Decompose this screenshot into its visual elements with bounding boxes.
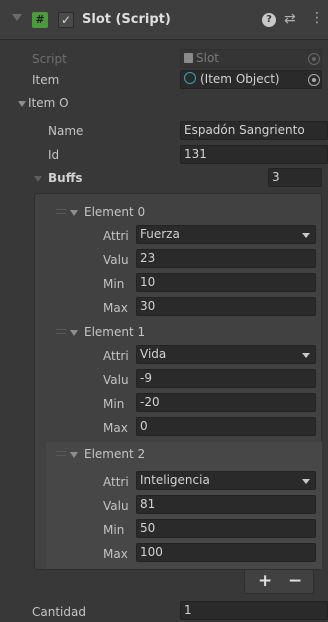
item-o-label[interactable]: Item O xyxy=(28,95,69,111)
valu-label: Valu xyxy=(103,499,129,513)
scriptable-object-icon xyxy=(184,72,196,84)
valu-label: Valu xyxy=(103,253,129,267)
foldout-arrow-icon[interactable] xyxy=(12,14,22,21)
attri-value: Fuerza xyxy=(140,227,180,241)
item-o-fold-icon[interactable] xyxy=(18,101,26,107)
element-fold-icon[interactable] xyxy=(70,452,78,458)
element-2-label[interactable]: Element 2 xyxy=(84,446,145,462)
enabled-checkbox[interactable]: ✓ xyxy=(58,12,74,28)
item-field-value: (Item Object) xyxy=(200,72,280,86)
min-input[interactable]: 10 xyxy=(136,273,316,292)
max-label: Max xyxy=(103,547,128,561)
name-label: Name xyxy=(48,124,84,138)
object-picker-icon xyxy=(308,53,320,65)
object-picker-icon[interactable] xyxy=(308,74,320,86)
remove-element-button[interactable]: − xyxy=(288,571,302,591)
item-object-field[interactable]: (Item Object) xyxy=(180,70,322,89)
item-label: Item xyxy=(32,73,60,87)
component-header[interactable]: # ✓ Slot (Script) ? ⇄ ⋮ xyxy=(0,0,328,40)
attri-value: Vida xyxy=(140,347,167,361)
attri-dropdown[interactable]: Vida xyxy=(136,345,316,364)
element-0-label[interactable]: Element 0 xyxy=(84,204,145,220)
chevron-down-icon xyxy=(302,233,310,238)
valu-input[interactable]: 23 xyxy=(136,249,316,268)
min-label: Min xyxy=(103,523,125,537)
script-icon: # xyxy=(32,12,48,28)
script-label: Script xyxy=(32,52,67,66)
max-input[interactable]: 100 xyxy=(136,543,316,562)
min-input[interactable]: 50 xyxy=(136,519,316,538)
drag-handle-icon[interactable] xyxy=(56,451,66,456)
valu-label: Valu xyxy=(103,373,129,387)
chevron-down-icon xyxy=(302,479,310,484)
element-fold-icon[interactable] xyxy=(70,330,78,336)
valu-input[interactable]: 81 xyxy=(136,495,316,514)
chevron-down-icon xyxy=(302,353,310,358)
attri-label: Attri xyxy=(103,229,129,243)
drag-handle-icon[interactable] xyxy=(56,329,66,334)
max-label: Max xyxy=(103,421,128,435)
max-input[interactable]: 30 xyxy=(136,297,316,316)
drag-handle-icon[interactable] xyxy=(56,209,66,214)
help-icon[interactable]: ? xyxy=(262,13,276,27)
cantidad-input[interactable]: 1 xyxy=(180,601,328,620)
list-footer xyxy=(244,570,314,594)
script-asset-icon xyxy=(184,53,193,63)
attri-label: Attri xyxy=(103,475,129,489)
min-input[interactable]: -20 xyxy=(136,393,316,412)
id-input[interactable]: 131 xyxy=(180,145,328,164)
attri-value: Inteligencia xyxy=(140,473,210,487)
attri-dropdown[interactable]: Fuerza xyxy=(136,225,316,244)
cantidad-label: Cantidad xyxy=(32,605,86,619)
min-label: Min xyxy=(103,277,125,291)
id-label: Id xyxy=(48,148,60,162)
max-label: Max xyxy=(103,301,128,315)
element-fold-icon[interactable] xyxy=(70,210,78,216)
add-element-button[interactable]: + xyxy=(258,571,272,591)
element-1-label[interactable]: Element 1 xyxy=(84,324,145,340)
kebab-menu-icon[interactable]: ⋮ xyxy=(310,10,324,26)
buffs-label[interactable]: Buffs xyxy=(48,170,83,186)
name-input[interactable]: Espadón Sangriento xyxy=(180,121,328,140)
preset-icon[interactable]: ⇄ xyxy=(284,11,296,27)
buffs-size-input[interactable]: 3 xyxy=(268,168,322,187)
script-field-value: Slot xyxy=(196,51,219,65)
component-title: Slot (Script) xyxy=(82,12,171,27)
max-input[interactable]: 0 xyxy=(136,417,316,436)
script-field: Slot xyxy=(180,49,322,68)
attri-label: Attri xyxy=(103,349,129,363)
valu-input[interactable]: -9 xyxy=(136,369,316,388)
min-label: Min xyxy=(103,397,125,411)
attri-dropdown[interactable]: Inteligencia xyxy=(136,471,316,490)
buffs-fold-icon[interactable] xyxy=(34,176,42,182)
